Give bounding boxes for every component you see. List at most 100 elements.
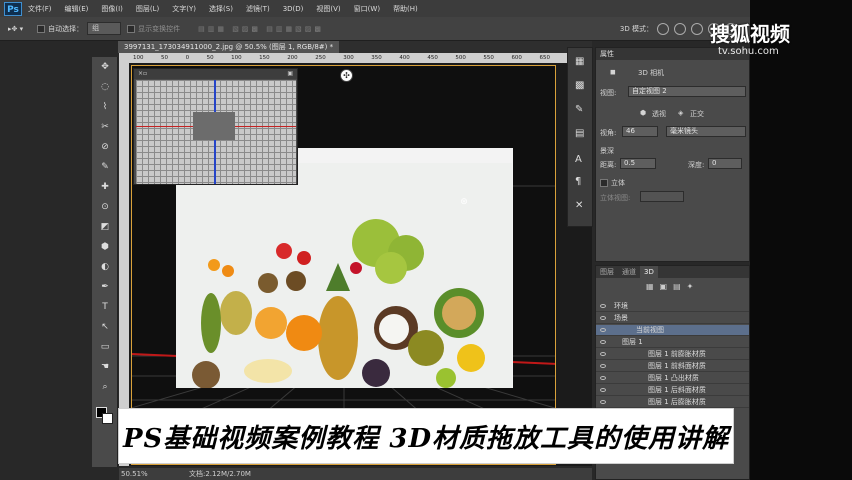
move-tool-icon[interactable]: ✥ (98, 61, 112, 73)
panel-menu-icon[interactable]: ▣ (287, 69, 293, 79)
camera-icon: ◼ (610, 68, 616, 76)
eyedropper-tool-icon[interactable]: ⊘ (98, 141, 112, 153)
auto-select-label: 自动选择： (48, 24, 84, 33)
tools-panel: ✥ ◌ ⌇ ✂ ⊘ ✎ ✚ ⊙ ◩ ⬢ ◐ ✒ T ↖ ▭ ☚ ⌕ (92, 57, 118, 467)
stereo-checkbox[interactable]: 立体 (600, 178, 625, 188)
show-transform-checkbox[interactable] (127, 24, 136, 33)
rotate-3d-icon[interactable] (657, 22, 669, 35)
view-dropdown[interactable]: 自定视图 2 (628, 86, 746, 97)
stereo-view-dropdown[interactable] (640, 191, 684, 202)
dof-label: 景深 (600, 147, 614, 155)
menu-help[interactable]: 帮助(H) (393, 4, 418, 14)
menu-image[interactable]: 图像(I) (101, 4, 123, 14)
ortho-icon[interactable]: ◈ (678, 109, 683, 117)
3d-axis-widget[interactable]: ✣ (340, 69, 353, 82)
3d-item-front-bevel[interactable]: 图层 1 前斜面材质 (596, 361, 749, 372)
menu-view[interactable]: 视图(V) (316, 4, 340, 14)
move-tool-icon[interactable]: ▸✥ ▾ (8, 25, 23, 33)
ruler-tick: 350 (371, 55, 382, 61)
3d-item-extrusion[interactable]: 图层 1 凸出材质 (596, 373, 749, 384)
3d-item-environment[interactable]: 环境 (596, 301, 749, 312)
tab-3d[interactable]: 3D (640, 266, 658, 278)
3d-item-front-inflate[interactable]: 图层 1 前膨胀材质 (596, 349, 749, 360)
ruler-tick: 50 (161, 55, 169, 61)
ruler-tick: 550 (483, 55, 494, 61)
fov-input[interactable]: 46 (622, 126, 658, 137)
auto-select-checkbox[interactable] (37, 24, 46, 33)
3d-item-scene[interactable]: 场景 (596, 313, 749, 324)
doc-info: 文档:2.12M/2.70M (189, 470, 251, 478)
lasso-tool-icon[interactable]: ⌇ (98, 101, 112, 113)
stamp-tool-icon[interactable]: ⊙ (98, 201, 112, 213)
swatches-icon[interactable]: ▩ (575, 80, 584, 91)
zoom-level[interactable]: 50.51% (121, 468, 148, 480)
ruler-tick: 150 (259, 55, 270, 61)
3d-item-back-inflate[interactable]: 图层 1 后膨胀材质 (596, 397, 749, 408)
mode3d-label: 3D 模式： (619, 24, 653, 33)
ruler-tick: 100 (231, 55, 242, 61)
marquee-tool-icon[interactable]: ◌ (98, 81, 112, 93)
3d-item-back-bevel[interactable]: 图层 1 后斜面材质 (596, 385, 749, 396)
tab-layers[interactable]: 图层 (596, 266, 618, 278)
menu-type[interactable]: 文字(Y) (172, 4, 196, 14)
3d-material-drop-tool-icon[interactable]: ⬢ (98, 241, 112, 253)
color-swatches[interactable] (96, 407, 114, 425)
video-letterbox (750, 0, 852, 480)
3d-item-label: 当前视图 (636, 326, 664, 334)
history-icon[interactable]: ▦ (575, 56, 584, 67)
type-tool-icon[interactable]: T (98, 301, 112, 313)
tools-icon[interactable]: ✕ (575, 200, 583, 211)
fov-label: 视角: (600, 129, 617, 137)
ruler-tick: 0 (185, 55, 190, 61)
roll-3d-icon[interactable] (674, 22, 686, 35)
menu-3d[interactable]: 3D(D) (283, 5, 304, 13)
path-select-tool-icon[interactable]: ↖ (98, 321, 112, 333)
auto-select-dropdown[interactable]: 组 (87, 22, 122, 35)
crop-tool-icon[interactable]: ✂ (98, 121, 112, 133)
pan-3d-icon[interactable] (691, 22, 703, 35)
stereo-view-label: 立体视图: (600, 194, 631, 202)
3d-item-label: 环境 (614, 302, 628, 310)
pen-tool-icon[interactable]: ✒ (98, 281, 112, 293)
zoom-tool-icon[interactable]: ⌕ (98, 381, 112, 393)
menu-filter[interactable]: 滤镜(T) (246, 4, 270, 14)
hand-tool-icon[interactable]: ☚ (98, 361, 112, 373)
ruler-tick: 100 (133, 55, 144, 61)
menu-select[interactable]: 选择(S) (209, 4, 233, 14)
fov-unit-dropdown[interactable]: 毫米镜头 (666, 126, 746, 137)
3d-item-layer1[interactable]: 图层 1 (596, 337, 749, 348)
healing-tool-icon[interactable]: ✚ (98, 181, 112, 193)
panel-close-icon[interactable]: ×▫ (138, 69, 147, 79)
perspective-icon[interactable]: ⬢ (640, 109, 646, 117)
3d-filter-icons[interactable]: ▦▣▤✦ (646, 282, 699, 291)
character-icon[interactable]: A (575, 154, 582, 165)
menu-file[interactable]: 文件(F) (28, 4, 52, 14)
dodge-tool-icon[interactable]: ◐ (98, 261, 112, 273)
paragraph-icon[interactable]: ¶ (575, 176, 581, 187)
3d-item-label: 图层 1 后斜面材质 (648, 386, 706, 394)
camera-widget-icon[interactable]: ⊛ (458, 197, 470, 209)
camera-label: 3D 相机 (638, 69, 665, 77)
menu-edit[interactable]: 编辑(E) (65, 4, 89, 14)
adjustments-icon[interactable]: ✎ (575, 104, 583, 115)
menu-window[interactable]: 窗口(W) (354, 4, 380, 14)
document-tab[interactable]: 3997131_173034911000_2.jpg @ 50.5% (图层 1… (118, 41, 340, 53)
ortho-label[interactable]: 正交 (690, 109, 704, 119)
tab-channels[interactable]: 通道 (618, 266, 640, 278)
depth-input[interactable]: 0 (708, 158, 742, 169)
distance-input[interactable]: 0.5 (620, 158, 656, 169)
status-bar: 50.51% 文档:2.12M/2.70M (119, 468, 592, 480)
3d-item-current-view[interactable]: 当前视图 (596, 325, 749, 336)
perspective-label[interactable]: 透视 (652, 109, 666, 119)
3d-item-label: 图层 1 凸出材质 (648, 374, 699, 382)
panel-icon-strip: ▦ ▩ ✎ ▤ A ¶ ✕ (567, 47, 593, 227)
brush-presets-icon[interactable]: ▤ (575, 128, 584, 139)
menu-bar: Ps 文件(F) 编辑(E) 图像(I) 图层(L) 文字(Y) 选择(S) 滤… (0, 0, 852, 17)
align-icons[interactable]: ▤▥▦ ▧▨▩ ▤▥▦▧▨▩ (198, 25, 324, 33)
eraser-tool-icon[interactable]: ◩ (98, 221, 112, 233)
menu-layer[interactable]: 图层(L) (136, 4, 159, 14)
sohu-url-watermark: tv.sohu.com (718, 46, 779, 57)
shape-tool-icon[interactable]: ▭ (98, 341, 112, 353)
brush-tool-icon[interactable]: ✎ (98, 161, 112, 173)
ruler-tick: 50 (206, 55, 214, 61)
